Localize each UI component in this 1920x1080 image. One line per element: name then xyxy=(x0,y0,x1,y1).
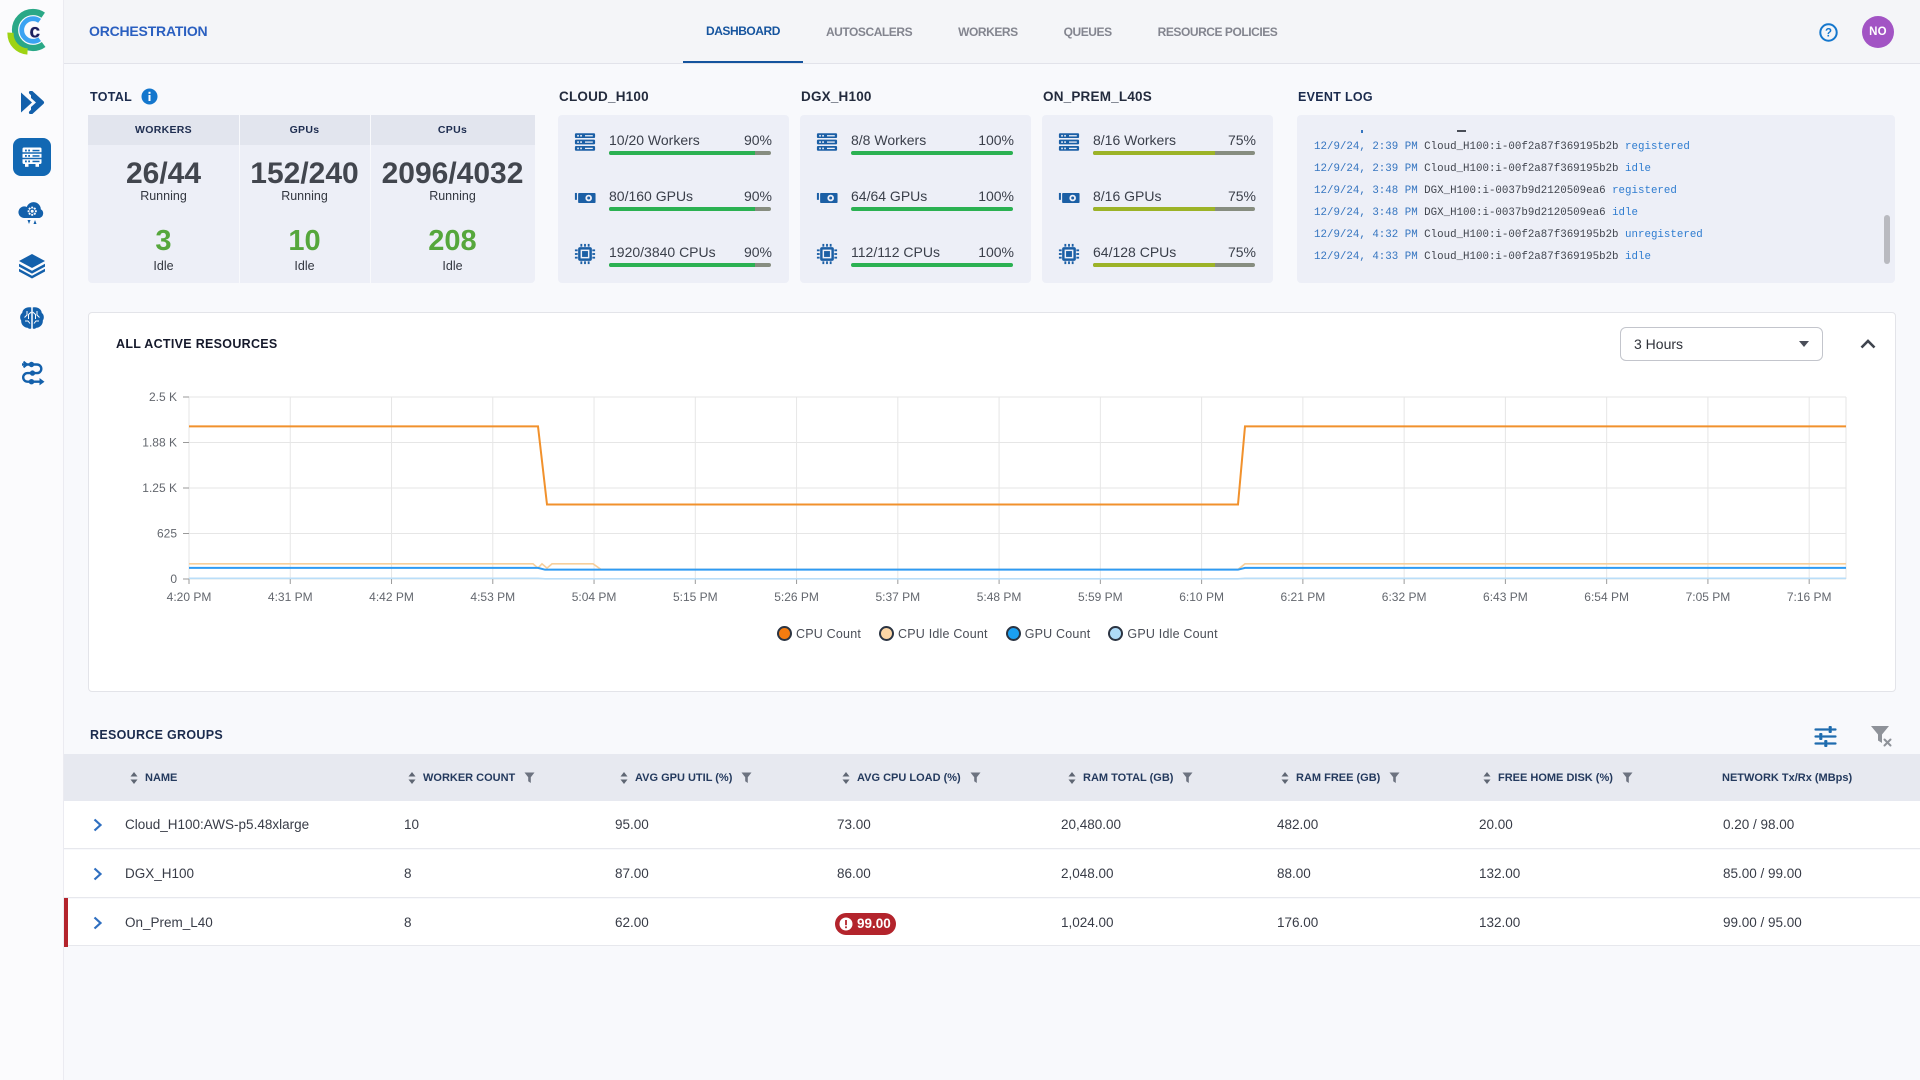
svg-text:7:16 PM: 7:16 PM xyxy=(1787,590,1832,604)
svg-text:1.25 K: 1.25 K xyxy=(142,481,177,495)
svg-text:6:21 PM: 6:21 PM xyxy=(1281,590,1326,604)
svg-text:4:20 PM: 4:20 PM xyxy=(167,590,212,604)
svg-text:625: 625 xyxy=(157,527,177,541)
svg-text:6:32 PM: 6:32 PM xyxy=(1382,590,1427,604)
svg-text:?: ? xyxy=(1825,28,1832,40)
svg-text:5:37 PM: 5:37 PM xyxy=(875,590,920,604)
svg-text:0: 0 xyxy=(170,572,177,586)
svg-text:4:31 PM: 4:31 PM xyxy=(268,590,313,604)
svg-text:c: c xyxy=(30,22,41,43)
svg-text:5:04 PM: 5:04 PM xyxy=(572,590,617,604)
svg-text:6:10 PM: 6:10 PM xyxy=(1179,590,1224,604)
svg-text:1.88 K: 1.88 K xyxy=(142,436,177,450)
svg-text:6:54 PM: 6:54 PM xyxy=(1584,590,1629,604)
svg-text:5:26 PM: 5:26 PM xyxy=(774,590,819,604)
svg-text:4:42 PM: 4:42 PM xyxy=(369,590,414,604)
svg-text:6:43 PM: 6:43 PM xyxy=(1483,590,1528,604)
svg-text:5:15 PM: 5:15 PM xyxy=(673,590,718,604)
svg-text:7:05 PM: 7:05 PM xyxy=(1686,590,1731,604)
svg-text:5:48 PM: 5:48 PM xyxy=(977,590,1022,604)
svg-text:4:53 PM: 4:53 PM xyxy=(470,590,515,604)
svg-text:5:59 PM: 5:59 PM xyxy=(1078,590,1123,604)
svg-text:2.5 K: 2.5 K xyxy=(149,390,177,404)
